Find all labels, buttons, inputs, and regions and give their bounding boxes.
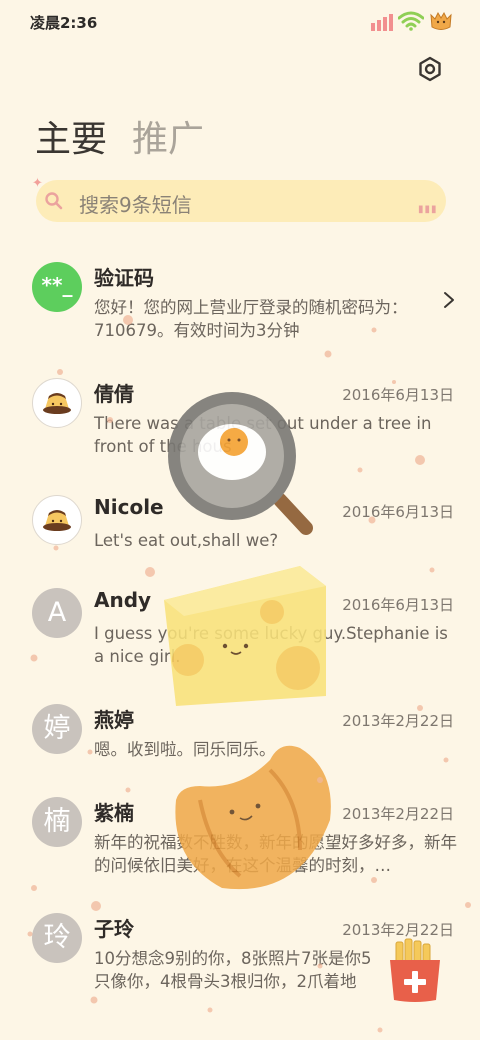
avatar: A [32,588,82,638]
message-date: 2013年2月22日 [342,805,454,823]
search-placeholder: 搜索9条短信 [79,193,192,217]
tab-promotions[interactable]: 推广 [132,110,204,162]
contact-name: 燕婷 [94,708,134,732]
message-preview: Let's eat out,shall we? [94,531,279,550]
contact-name: 倩倩 [94,382,134,406]
message-preview: 嗯。收到啦。同乐同乐。 [94,740,276,759]
wifi-icon [398,11,424,31]
contact-name: Nicole [94,495,164,519]
conversation-item[interactable]: Nicole 2016年6月13日 Let's eat out,shall we… [0,495,480,565]
message-date: 2013年2月22日 [342,712,454,730]
message-date: 2013年2月22日 [342,921,454,939]
search-icon [45,192,63,210]
battery-icon [430,11,452,30]
pudding-icon [43,510,71,531]
avatar: 楠 [32,797,82,847]
avatar: 玲 [32,913,82,963]
message-date: 2016年6月13日 [342,386,454,404]
message-date: 2016年6月13日 [342,503,454,521]
message-preview: 10分想念9别的你，8张照片7张是你5只像你，4根骨头3根归你，2爪着地 [94,949,372,991]
contact-name: 紫楠 [94,801,134,825]
pudding-icon [43,393,71,414]
conversation-item[interactable]: 楠 紫楠 2013年2月22日 新年的祝福数不胜数，新年的愿望好多好多，新年的问… [0,797,480,887]
message-preview: I guess you're some lucky guy.Stephanie … [94,624,448,666]
message-preview: 新年的祝福数不胜数，新年的愿望好多好多，新年的问候依旧美好，在这个温馨的时刻，… [94,833,457,875]
status-bar: 凌晨2:36 [0,0,480,44]
contact-name: 子玲 [94,917,134,941]
sparkle-icon: ✦ [32,176,43,191]
conversation-item[interactable]: A Andy 2016年6月13日 I guess you're some lu… [0,588,480,678]
search-bar[interactable]: ✦ 搜索9条短信 ▮▮▮ [32,176,446,222]
contact-name: 验证码 [94,266,154,290]
status-time: 凌晨2:36 [30,14,98,32]
conversation-item[interactable]: 倩倩 2016年6月13日 There was a table set out … [0,378,480,468]
contact-name: Andy [94,588,152,612]
signal-icon [371,14,393,31]
message-preview: There was a table set out under a tree i… [94,414,432,456]
message-preview: 您好！您的网上营业厅登录的随机密码为：710679。有效时间为3分钟 [94,298,408,340]
search-decoration-icon: ▮▮▮ [418,204,438,215]
message-date: 2016年6月13日 [342,596,454,614]
conversation-item[interactable]: 婷 燕婷 2013年2月22日 嗯。收到啦。同乐同乐。 [0,704,480,774]
gear-icon[interactable] [416,55,444,83]
chevron-right-icon[interactable] [442,290,456,310]
compose-icon[interactable] [386,938,444,1004]
tab-main[interactable]: 主要 [35,110,107,162]
avatar: 婷 [32,704,82,754]
conversation-item[interactable]: **_ 验证码 您好！您的网上营业厅登录的随机密码为：710679。有效时间为3… [0,262,480,352]
avatar [32,378,82,428]
avatar: **_ [32,262,82,312]
avatar [32,495,82,545]
